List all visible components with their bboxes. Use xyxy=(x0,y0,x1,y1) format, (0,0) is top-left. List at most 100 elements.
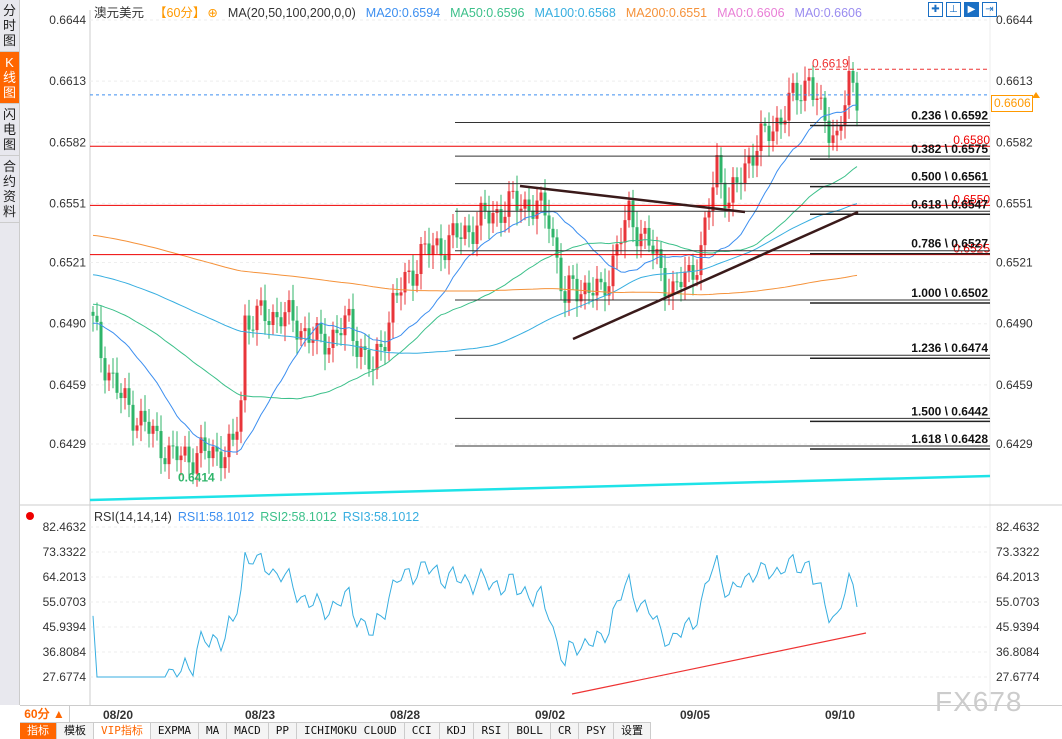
tab-设置[interactable]: 设置 xyxy=(614,723,651,739)
tab-rsi[interactable]: RSI xyxy=(474,723,510,739)
cyan-trendline[interactable] xyxy=(89,474,991,502)
fib-label: 0.786 \ 0.6527 xyxy=(911,237,988,251)
tab-macd[interactable]: MACD xyxy=(227,723,269,739)
candle xyxy=(715,155,719,188)
rsi-tick-right: 73.3322 xyxy=(996,545,1040,559)
price-tick-left: 0.6613 xyxy=(49,74,86,88)
tab-模板[interactable]: 模板 xyxy=(57,723,94,739)
candle xyxy=(399,292,403,296)
candle xyxy=(467,225,471,233)
price-tick-right: 0.6551 xyxy=(996,196,1033,210)
candle xyxy=(647,227,651,246)
candle xyxy=(115,372,119,393)
candle xyxy=(455,223,459,238)
trendline-lower[interactable] xyxy=(572,210,859,341)
tab-ma[interactable]: MA xyxy=(199,723,228,739)
candle xyxy=(627,200,631,221)
price-tick-right: 0.6613 xyxy=(996,74,1033,88)
rsi-tick-right: 27.6774 xyxy=(996,670,1040,684)
candle xyxy=(235,431,239,440)
candle xyxy=(427,243,431,255)
fib-label: 0.618 \ 0.6547 xyxy=(911,197,988,211)
tab-expma[interactable]: EXPMA xyxy=(151,723,199,739)
candle xyxy=(379,343,383,347)
candle xyxy=(291,300,295,321)
rsi-value: RSI1:58.1012 xyxy=(177,510,255,524)
candle xyxy=(471,232,475,244)
candle xyxy=(243,315,247,401)
play-icon[interactable]: ▶ xyxy=(964,2,979,17)
tab-ichimoku-cloud[interactable]: ICHIMOKU CLOUD xyxy=(297,723,405,739)
candle xyxy=(411,270,415,286)
ma100-line xyxy=(92,203,858,354)
period-selector[interactable]: 60分 ▲ xyxy=(20,706,70,723)
price-tick-left: 0.6490 xyxy=(49,317,86,331)
candle xyxy=(459,237,463,239)
candle xyxy=(275,312,279,318)
candle xyxy=(139,410,143,426)
candle xyxy=(795,82,799,101)
candle xyxy=(695,275,699,280)
candle xyxy=(159,431,163,459)
candle xyxy=(643,227,647,234)
candle xyxy=(119,392,123,399)
candle xyxy=(135,425,139,431)
price-arrow-icon xyxy=(1032,92,1040,98)
candle xyxy=(259,300,263,306)
tab-kdj[interactable]: KDJ xyxy=(440,723,475,739)
candle xyxy=(95,315,99,322)
low-label: 0.6414 xyxy=(178,471,215,485)
rsi-tick-right: 55.0703 xyxy=(996,595,1040,609)
ma-indicator-label[interactable]: MA(20,50,100,200,0,0) xyxy=(228,6,356,20)
candle xyxy=(583,282,587,295)
candle xyxy=(447,235,451,261)
price-tick-left: 0.6521 xyxy=(49,256,86,270)
candle xyxy=(775,117,779,132)
candle xyxy=(111,372,115,374)
candle xyxy=(431,245,435,255)
candle xyxy=(623,220,627,243)
candle xyxy=(339,333,343,336)
rsi-tick-left: 55.0703 xyxy=(43,595,87,609)
chart-canvas[interactable]: 0.6644 0.6644 0.6613 0.6613 0.6582 0.6582 0.65… xyxy=(0,0,1062,705)
ma-value: MA0:0.6606 xyxy=(717,6,785,20)
goto-end-icon[interactable]: ⇥ xyxy=(982,2,997,17)
tab-vip指标[interactable]: VIP指标 xyxy=(94,723,151,739)
crosshair-icon[interactable]: ✚ xyxy=(928,2,943,17)
candle xyxy=(519,208,523,211)
candle xyxy=(815,98,819,100)
candle xyxy=(171,445,175,447)
rsi-title[interactable]: RSI(14,14,14) xyxy=(94,510,172,524)
rsi-legend: RSI(14,14,14) RSI1:58.1012 RSI2:58.1012 RSI… xyxy=(94,510,431,524)
candle xyxy=(451,223,455,236)
candle xyxy=(387,322,391,352)
sun-icon[interactable] xyxy=(26,512,34,520)
candle xyxy=(663,267,667,297)
tab-cci[interactable]: CCI xyxy=(405,723,440,739)
candle xyxy=(559,257,563,292)
candle xyxy=(791,82,795,93)
symbol-name: 澳元美元 xyxy=(94,6,145,20)
add-icon[interactable]: ⊕ xyxy=(207,6,217,20)
tab-指标[interactable]: 指标 xyxy=(20,723,57,739)
tab-boll[interactable]: BOLL xyxy=(509,723,551,739)
zoom-range-icon[interactable]: ⊥ xyxy=(946,2,961,17)
candle xyxy=(603,282,607,296)
tab-cr[interactable]: CR xyxy=(551,723,580,739)
price-tick-left: 0.6429 xyxy=(49,437,86,451)
rsi-tick-right: 45.9394 xyxy=(996,620,1040,634)
ma-value: MA0:0.6606 xyxy=(794,6,862,20)
candle xyxy=(403,271,407,293)
candle xyxy=(651,245,655,254)
rsi-trendline[interactable] xyxy=(571,632,867,695)
candle xyxy=(767,125,771,142)
indicator-tabs: 指标 模板 VIP指标 EXPMA MA MACD PP ICHIMOKU CLOUD CCI K… xyxy=(20,722,651,739)
candle xyxy=(803,80,807,101)
tab-pp[interactable]: PP xyxy=(269,723,297,739)
candle xyxy=(251,329,255,331)
candle xyxy=(539,192,543,201)
candle xyxy=(731,177,735,203)
candle xyxy=(279,317,283,327)
candle xyxy=(443,255,447,261)
tab-psy[interactable]: PSY xyxy=(579,723,614,739)
